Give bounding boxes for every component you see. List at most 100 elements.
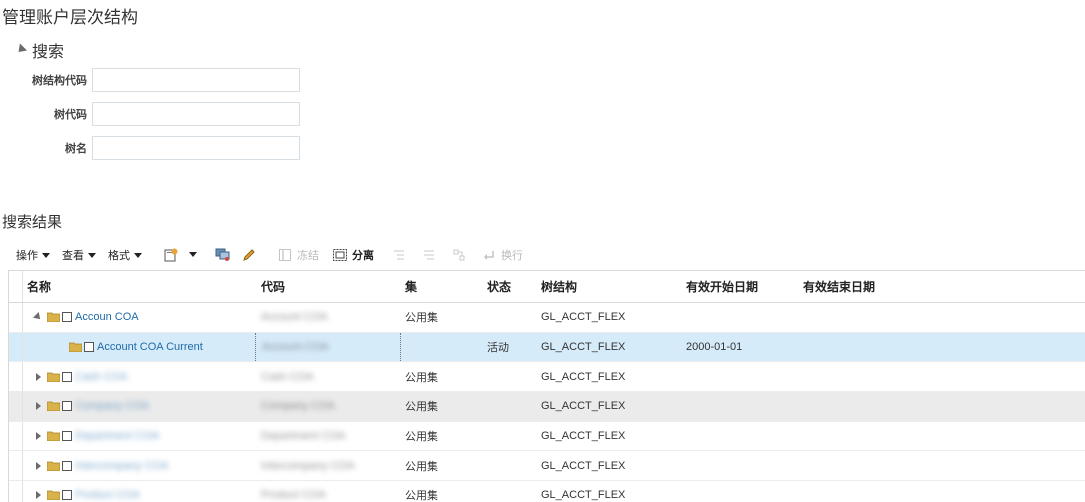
page-title: 管理账户层次结构 [2,8,138,27]
checkbox[interactable] [84,342,94,353]
row-gutter [9,392,23,421]
tree-name-link[interactable]: Intercompany COA [75,460,169,472]
collapsed-triangle-icon [35,432,41,441]
checkbox[interactable] [62,401,72,412]
table-row[interactable]: Department COA Department COA 公用集 GL_ACC… [9,421,1085,452]
structure-cell: GL_ACCT_FLEX [541,489,626,502]
row-gutter [9,451,23,481]
tree-code-input[interactable] [92,102,300,126]
search-section-header[interactable]: 搜索 [14,38,65,62]
column-header-code[interactable]: 代码 [261,278,285,295]
expand-all-icon[interactable] [390,246,408,264]
structure-cell: GL_ACCT_FLEX [541,400,626,413]
tree-structure-code-label: 树结构代码 [32,75,87,87]
search-section-label: 搜索 [32,44,65,61]
freeze-button[interactable]: 冻结 [276,246,319,264]
structure-cell: GL_ACCT_FLEX [541,430,626,443]
results-toolbar: 操作 查看 格式 冻结 分离 换行 [16,244,535,266]
column-header-name[interactable]: 名称 [27,278,51,295]
collapsed-triangle-icon [35,461,41,470]
table-row-selected[interactable]: Account COA Current Account COA 活动 GL_AC… [9,332,1085,363]
collapse-all-icon[interactable] [420,246,438,264]
structure-cell: GL_ACCT_FLEX [541,311,626,324]
folder-icon [47,402,60,412]
checkbox[interactable] [62,312,72,323]
set-cell: 公用集 [405,490,438,502]
tree-code-cell: Account COA [255,332,401,362]
checkbox[interactable] [62,490,72,501]
folder-icon [47,312,60,323]
table-row[interactable]: Company COA Company COA 公用集 GL_ACCT_FLEX [9,392,1085,422]
column-header-end-date[interactable]: 有效结束日期 [803,278,875,295]
view-menu[interactable]: 查看 [62,247,96,263]
status-cell: 活动 [487,342,509,355]
chevron-down-icon [88,252,96,258]
tree-code-cell: Account COA [261,311,328,324]
tree-name-cell: Product COA [33,481,140,502]
results-title: 搜索结果 [2,214,63,231]
row-gutter [9,303,23,332]
folder-icon [47,491,60,501]
expand-toggle[interactable] [33,461,43,471]
expand-toggle[interactable] [33,312,43,323]
table-row[interactable]: Product COA Product COA 公用集 GL_ACCT_FLEX [9,481,1085,502]
tree-code-cell: Department COA [261,430,346,443]
checkbox[interactable] [62,371,72,382]
tree-name-cell: Company COA [33,392,149,421]
expand-toggle[interactable] [33,372,43,382]
tree-name-cell: Accoun COA [33,303,139,332]
set-cell: 公用集 [405,401,438,414]
column-header-start-date[interactable]: 有效开始日期 [686,278,758,295]
column-header-structure[interactable]: 树结构 [541,278,577,295]
create-tree-icon[interactable] [162,246,180,264]
edit-pencil-icon[interactable] [240,246,258,264]
tree-name-link[interactable]: Cash COA [75,371,128,383]
tree-name-link[interactable]: Company COA [75,400,149,412]
tree-code-row: 树代码 [0,102,320,126]
folder-icon [47,431,60,442]
tree-name-link[interactable]: Accoun COA [75,311,139,323]
tree-name-link[interactable]: Account COA Current [97,341,203,353]
tree-structure-code-row: 树结构代码 [0,68,320,92]
table-row[interactable]: Cash COA Cash COA 公用集 GL_ACCT_FLEX [9,362,1085,393]
table-row[interactable]: Intercompany COA Intercompany COA 公用集 GL… [9,451,1085,482]
chevron-down-icon [42,252,50,258]
start-date-cell: 2000-01-01 [686,341,743,354]
detach-icon [331,246,349,264]
freeze-label: 冻结 [297,250,319,262]
actions-menu[interactable]: 操作 [16,247,50,263]
tree-name-link[interactable]: Department COA [75,430,159,442]
tree-code-cell: Product COA [261,489,326,502]
checkbox[interactable] [62,460,72,471]
duplicate-icon[interactable] [214,246,232,264]
table-row[interactable]: Accoun COA Account COA 公用集 GL_ACCT_FLEX [9,303,1085,333]
folder-icon [47,372,60,382]
tree-code-cell: Cash COA [261,370,314,383]
scroll-to-icon[interactable] [450,246,468,264]
folder-icon [69,342,82,353]
set-cell: 公用集 [405,312,438,325]
chevron-down-icon [134,252,142,258]
checkbox[interactable] [62,431,72,442]
tree-name-cell: Intercompany COA [33,451,169,480]
row-gutter [9,421,23,451]
chevron-down-icon[interactable] [184,246,202,264]
column-header-status[interactable]: 状态 [487,278,511,295]
column-header-set[interactable]: 集 [405,278,417,295]
wrap-button[interactable]: 换行 [480,246,523,264]
tree-name-cell: Account COA Current [69,333,203,362]
expand-toggle[interactable] [33,401,43,411]
format-menu[interactable]: 格式 [108,247,142,263]
tree-structure-code-input[interactable] [92,68,300,92]
tree-name-link[interactable]: Product COA [75,489,140,501]
tree-name-label: 树名 [65,143,87,155]
expand-toggle[interactable] [33,490,43,500]
tree-code-cell: Company COA [261,400,335,413]
collapsed-triangle-icon [35,372,41,381]
expand-toggle[interactable] [33,431,43,441]
row-gutter [9,332,23,362]
detach-button[interactable]: 分离 [331,246,374,264]
tree-code-cell: Intercompany COA [261,459,355,472]
tree-name-input[interactable] [92,136,300,160]
collapse-triangle-icon[interactable] [14,42,28,56]
